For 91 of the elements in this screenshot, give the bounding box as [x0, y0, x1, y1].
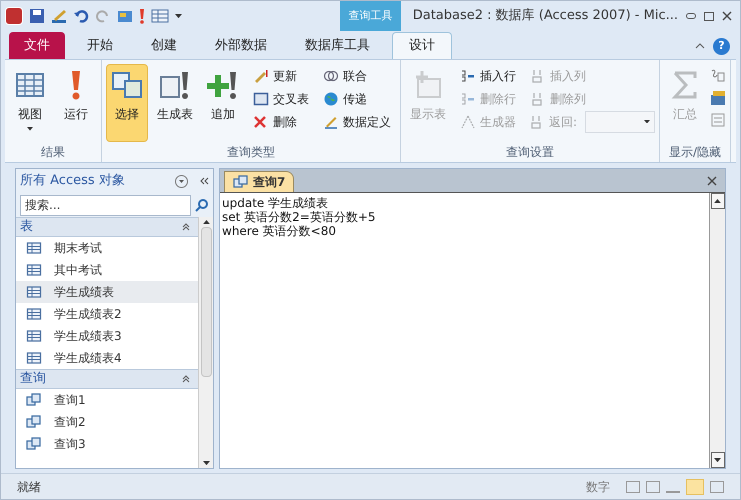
ribbon-button[interactable]: 运行: [55, 64, 97, 142]
search-icon[interactable]: [195, 198, 209, 212]
dropdown-icon[interactable]: [175, 174, 188, 188]
scroll-down-icon: [714, 458, 721, 462]
window-title: Database2 : 数据库 (Access 2007) - Mic...: [412, 7, 678, 26]
scroll-down-button[interactable]: [710, 452, 724, 468]
chevron-icon: [182, 223, 190, 231]
help-button[interactable]: ?: [713, 38, 730, 55]
table-icon: [26, 240, 42, 256]
query-icon: [233, 174, 249, 190]
query-icon: [26, 414, 42, 430]
scroll-up-icon: [714, 198, 721, 204]
scroll-up-button[interactable]: [710, 193, 724, 209]
overlapping-tables-icon: [111, 69, 143, 101]
parameter-icon[interactable]: [710, 112, 726, 128]
table-icon: [26, 262, 42, 278]
exclamation-icon[interactable]: [139, 8, 145, 24]
query-icon: [26, 392, 42, 408]
query-icon: [26, 436, 42, 452]
form-icon[interactable]: [117, 8, 133, 24]
app-logo-icon: [5, 7, 23, 25]
ribbon-button[interactable]: 视图: [9, 64, 51, 142]
pencil-icon: [253, 68, 269, 84]
ribbon-tab[interactable]: 外部数据: [199, 32, 283, 59]
nav-group-title: 查询: [20, 370, 47, 388]
ribbon-tab[interactable]: 创建: [135, 32, 193, 59]
collapse-ribbon-icon[interactable]: [695, 43, 705, 49]
table-icon: [26, 306, 42, 322]
table-name-icon[interactable]: [710, 90, 726, 106]
maximize-icon[interactable]: [704, 12, 714, 20]
ribbon-button[interactable]: 更新: [248, 64, 314, 87]
nav-pane-title: 所有 Access 对象: [20, 172, 126, 190]
ribbon-button[interactable]: 交叉表: [248, 87, 314, 110]
file-tab[interactable]: 文件: [9, 32, 65, 59]
builder-icon: [460, 114, 476, 130]
group-label: 显示/隐藏: [668, 144, 722, 161]
cross-icon: [253, 114, 269, 130]
group-label: 查询类型: [226, 144, 276, 161]
nav-group-header[interactable]: 表: [16, 217, 198, 237]
table-icon: [26, 350, 42, 366]
ribbon-button[interactable]: 选择: [106, 64, 148, 142]
group-label: 查询设置: [505, 144, 556, 161]
sql-line: update 学生成绩表: [222, 196, 330, 210]
status-text: 就绪: [17, 478, 41, 496]
ribbon-button[interactable]: 生成表: [152, 64, 198, 142]
ribbon-tab[interactable]: 数据库工具: [289, 32, 386, 59]
ribbon-button[interactable]: 数据定义: [318, 110, 396, 133]
table-icon: [26, 328, 42, 344]
nav-group-title: 表: [20, 218, 34, 236]
num-lock-indicator: 数字: [586, 478, 610, 496]
scroll-down-icon[interactable]: [202, 460, 210, 465]
ribbon-button[interactable]: 联合: [318, 64, 396, 87]
caret-icon: [644, 120, 650, 124]
context-tab-header: 查询工具: [340, 1, 401, 31]
nav-group-header[interactable]: 查询: [16, 369, 198, 389]
undo-icon[interactable]: [73, 8, 89, 24]
close-icon[interactable]: [722, 11, 732, 21]
ribbon-button[interactable]: 插入行: [455, 64, 521, 87]
ribbon-button[interactable]: 追加: [202, 64, 244, 142]
scrollbar[interactable]: [198, 217, 213, 468]
property-sheet-icon[interactable]: [710, 68, 726, 84]
insert-row-icon: [460, 90, 476, 106]
search-field[interactable]: 搜索...: [20, 194, 191, 216]
customize-caret-icon[interactable]: [175, 14, 182, 18]
sql-line: where 英语分数<80: [222, 224, 337, 238]
table-icon[interactable]: [151, 8, 169, 24]
scrollbar[interactable]: [709, 193, 725, 468]
scroll-thumb[interactable]: [200, 227, 212, 378]
sql-line: set 英语分数2=英语分数+5: [222, 210, 377, 224]
table-exclamation-icon: [159, 69, 191, 101]
ribbon-tab[interactable]: 设计: [392, 32, 452, 59]
plus-exclamation-icon: [207, 69, 239, 101]
table-icon: [26, 284, 42, 300]
save-icon[interactable]: [29, 8, 45, 24]
ribbon-tab[interactable]: 开始: [71, 32, 129, 59]
document-tab[interactable]: 查询7: [224, 171, 294, 192]
group-label: 结果: [40, 144, 66, 161]
return-label: 返回:: [525, 110, 582, 133]
insert-row-icon: [460, 68, 476, 84]
edit-icon[interactable]: [51, 8, 67, 24]
exclamation-icon: [72, 69, 80, 101]
chevron-icon: [182, 375, 190, 383]
ribbon-button[interactable]: 传递: [318, 87, 396, 110]
ribbon-button[interactable]: 删除: [248, 110, 314, 133]
minimize-icon[interactable]: [686, 13, 696, 19]
window-icon: [253, 90, 269, 106]
collapse-icon[interactable]: [200, 177, 209, 185]
close-icon[interactable]: [707, 176, 717, 186]
nav-item[interactable]: 学生成绩表: [16, 281, 198, 303]
globe-icon: [323, 90, 339, 106]
scroll-up-icon[interactable]: [202, 220, 210, 224]
